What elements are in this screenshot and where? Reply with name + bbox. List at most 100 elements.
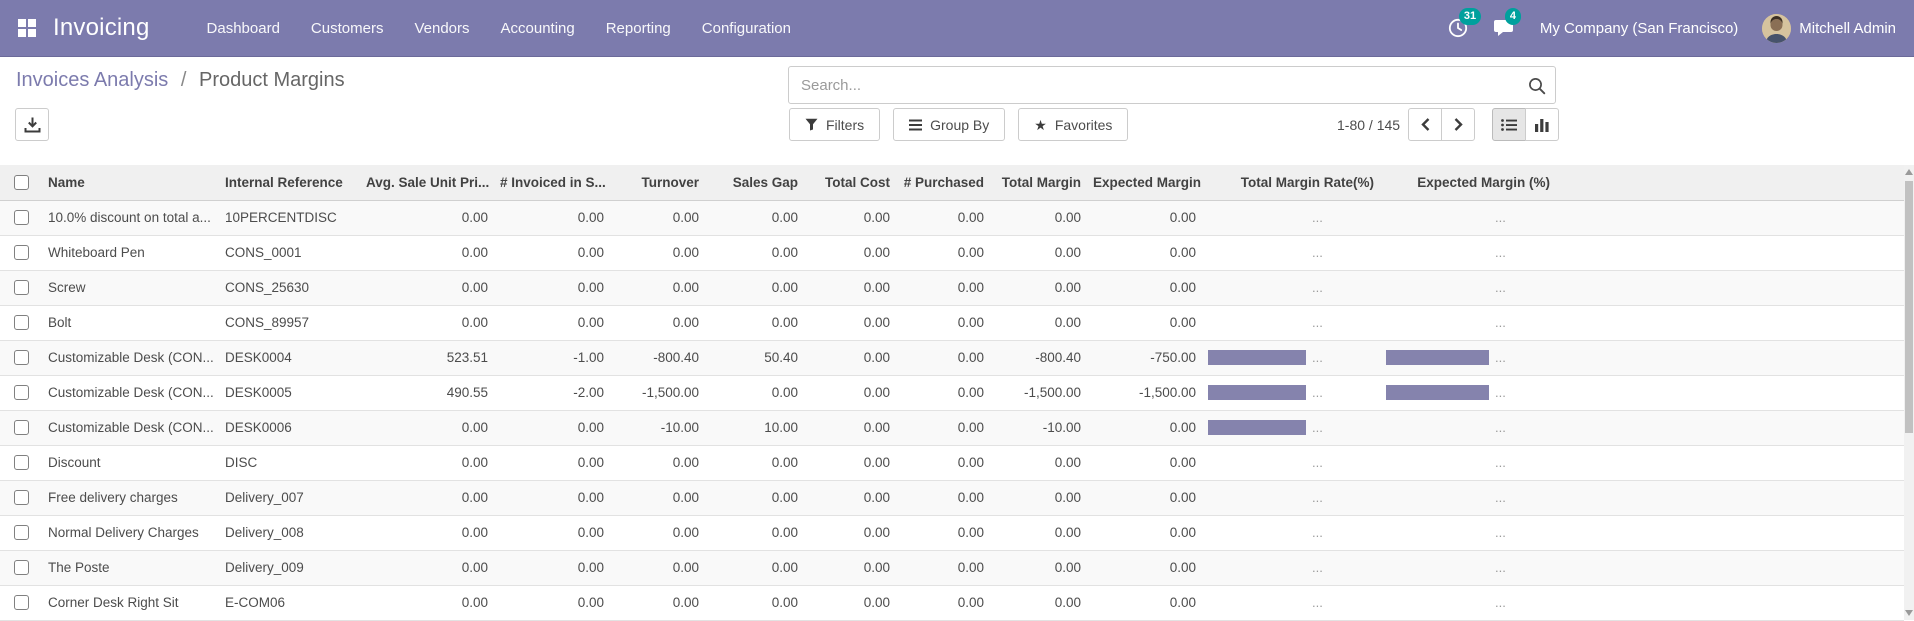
nav-menu-item-accounting[interactable]: Accounting bbox=[501, 20, 575, 37]
cell-select bbox=[0, 480, 42, 516]
nav-menu-item-vendors[interactable]: Vendors bbox=[414, 20, 469, 37]
cell-total_margin_rate: ... bbox=[1202, 550, 1380, 586]
table-row[interactable]: Customizable Desk (CON... DESK0006 0.00 0.0… bbox=[0, 410, 1904, 446]
table-row[interactable]: Whiteboard Pen CONS_0001 0.00 0.00 0.00 0.00 0… bbox=[0, 235, 1904, 271]
column-header-turnover[interactable]: Turnover bbox=[610, 165, 705, 201]
column-header-sales_gap[interactable]: Sales Gap bbox=[705, 165, 804, 201]
cell-expected_margin: -1,500.00 bbox=[1087, 375, 1202, 411]
cell-total_margin: 0.00 bbox=[990, 585, 1087, 621]
table-row[interactable]: The Poste Delivery_009 0.00 0.00 0.00 0.00 0.0… bbox=[0, 550, 1904, 586]
group-by-button[interactable]: Group By bbox=[893, 108, 1006, 141]
cell-internal_reference: CONS_89957 bbox=[219, 305, 360, 341]
total_margin_rate-progressbar bbox=[1208, 455, 1306, 470]
scrollbar-thumb[interactable] bbox=[1905, 181, 1913, 433]
export-button[interactable] bbox=[15, 108, 49, 141]
cell-turnover: 0.00 bbox=[610, 445, 705, 481]
cell-select bbox=[0, 270, 42, 306]
row-checkbox[interactable] bbox=[13, 595, 29, 610]
cell-turnover: 0.00 bbox=[610, 550, 705, 586]
download-icon bbox=[24, 117, 40, 133]
cell-invoiced_in_sale: 0.00 bbox=[494, 445, 610, 481]
cell-expected_margin_pct: ... bbox=[1380, 235, 1556, 271]
graph-view-button[interactable] bbox=[1525, 108, 1560, 141]
cell-invoiced_in_sale: -2.00 bbox=[494, 375, 610, 411]
row-checkbox[interactable] bbox=[13, 420, 29, 435]
vertical-scrollbar[interactable] bbox=[1904, 165, 1914, 620]
column-header-expected_margin[interactable]: Expected Margin bbox=[1087, 165, 1202, 201]
column-header-purchased[interactable]: # Purchased bbox=[896, 165, 990, 201]
nav-menu-item-reporting[interactable]: Reporting bbox=[606, 20, 671, 37]
table-row[interactable]: Normal Delivery Charges Delivery_008 0.00 0… bbox=[0, 515, 1904, 551]
pager-next-button[interactable] bbox=[1441, 108, 1476, 141]
cell-purchased: 0.00 bbox=[896, 515, 990, 551]
pager-previous-button[interactable] bbox=[1408, 108, 1443, 141]
expected_margin_pct-ellipsis: ... bbox=[1495, 210, 1506, 225]
cell-sales_gap: 0.00 bbox=[705, 480, 804, 516]
messages-button[interactable]: 4 bbox=[1493, 8, 1522, 39]
activities-button[interactable]: 31 bbox=[1447, 8, 1482, 39]
filters-button[interactable]: Filters bbox=[789, 108, 881, 141]
column-header-expected_margin_pct[interactable]: Expected Margin (%) bbox=[1380, 165, 1556, 201]
cell-sales_gap: 0.00 bbox=[705, 585, 804, 621]
row-checkbox[interactable] bbox=[13, 560, 29, 575]
nav-menu-item-configuration[interactable]: Configuration bbox=[702, 20, 791, 37]
total_margin_rate-progressbar bbox=[1208, 525, 1306, 540]
expected_margin_pct-progressbar bbox=[1386, 525, 1489, 540]
column-header-invoiced_in_sale[interactable]: # Invoiced in S... bbox=[494, 165, 610, 201]
column-header-internal_reference[interactable]: Internal Reference bbox=[219, 165, 360, 201]
cell-total_margin: 0.00 bbox=[990, 480, 1087, 516]
total_margin_rate-progressbar bbox=[1208, 350, 1306, 365]
table-row[interactable]: Screw CONS_25630 0.00 0.00 0.00 0.00 0.00 0.00 0… bbox=[0, 270, 1904, 306]
column-header-total_margin[interactable]: Total Margin bbox=[990, 165, 1087, 201]
cell-purchased: 0.00 bbox=[896, 270, 990, 306]
row-checkbox[interactable] bbox=[13, 210, 29, 225]
cell-avg_sale_unit_price: 0.00 bbox=[360, 200, 494, 236]
table-row[interactable]: Corner Desk Right Sit E-COM06 0.00 0.00 0.00… bbox=[0, 585, 1904, 621]
company-switcher[interactable]: My Company (San Francisco) bbox=[1540, 20, 1738, 37]
table-row[interactable]: Bolt CONS_89957 0.00 0.00 0.00 0.00 0.00 0.00 0.… bbox=[0, 305, 1904, 341]
scroll-down-arrow-icon[interactable] bbox=[1905, 610, 1913, 616]
column-header-total_margin_rate[interactable]: Total Margin Rate(%) bbox=[1202, 165, 1380, 201]
column-header-total_cost[interactable]: Total Cost bbox=[804, 165, 896, 201]
group-by-lines-icon bbox=[909, 119, 923, 130]
row-checkbox[interactable] bbox=[13, 490, 29, 505]
row-checkbox[interactable] bbox=[13, 315, 29, 330]
row-checkbox[interactable] bbox=[13, 280, 29, 295]
table-row[interactable]: Discount DISC 0.00 0.00 0.00 0.00 0.00 0.00 0.00… bbox=[0, 445, 1904, 481]
user-menu[interactable]: Mitchell Admin bbox=[1762, 13, 1896, 43]
table-row[interactable]: Free delivery charges Delivery_007 0.00 0.0… bbox=[0, 480, 1904, 516]
list-view-button[interactable] bbox=[1492, 108, 1527, 141]
search-input[interactable] bbox=[789, 67, 1555, 103]
cell-avg_sale_unit_price: 0.00 bbox=[360, 515, 494, 551]
row-checkbox[interactable] bbox=[13, 245, 29, 260]
cell-total_cost: 0.00 bbox=[804, 375, 896, 411]
app-name[interactable]: Invoicing bbox=[53, 14, 150, 42]
nav-menu-item-dashboard[interactable]: Dashboard bbox=[207, 20, 280, 37]
column-header-avg_sale_unit_price[interactable]: Avg. Sale Unit Pri... bbox=[360, 165, 494, 201]
scroll-up-arrow-icon[interactable] bbox=[1905, 169, 1913, 175]
row-checkbox[interactable] bbox=[13, 525, 29, 540]
cell-total_cost: 0.00 bbox=[804, 305, 896, 341]
column-header-name[interactable]: Name bbox=[42, 165, 219, 201]
favorites-button[interactable]: ★ Favorites bbox=[1018, 108, 1129, 141]
row-checkbox[interactable] bbox=[13, 455, 29, 470]
table-row[interactable]: Customizable Desk (CON... DESK0005 490.55-… bbox=[0, 375, 1904, 411]
table-row[interactable]: 10.0% discount on total a... 10PERCENTDIS… bbox=[0, 200, 1904, 236]
breadcrumb-parent-link[interactable]: Invoices Analysis bbox=[16, 69, 168, 91]
row-checkbox[interactable] bbox=[13, 350, 29, 365]
user-name: Mitchell Admin bbox=[1799, 19, 1896, 37]
cell-avg_sale_unit_price: 490.55 bbox=[360, 375, 494, 411]
chevron-left-icon bbox=[1420, 118, 1429, 131]
total_margin_rate-ellipsis: ... bbox=[1312, 315, 1323, 330]
nav-menu-item-customers[interactable]: Customers bbox=[311, 20, 384, 37]
search-icon[interactable] bbox=[1528, 77, 1546, 95]
total_margin_rate-progressbar bbox=[1208, 280, 1306, 295]
activities-badge: 31 bbox=[1458, 8, 1482, 25]
row-checkbox[interactable] bbox=[13, 385, 29, 400]
select-all-checkbox[interactable] bbox=[13, 174, 29, 190]
apps-menu-button[interactable] bbox=[18, 19, 36, 37]
cell-filler bbox=[1556, 375, 1904, 411]
expected_margin_pct-ellipsis: ... bbox=[1495, 245, 1506, 260]
table-row[interactable]: Customizable Desk (CON... DESK0004 523.51-… bbox=[0, 340, 1904, 376]
cell-total_cost: 0.00 bbox=[804, 515, 896, 551]
